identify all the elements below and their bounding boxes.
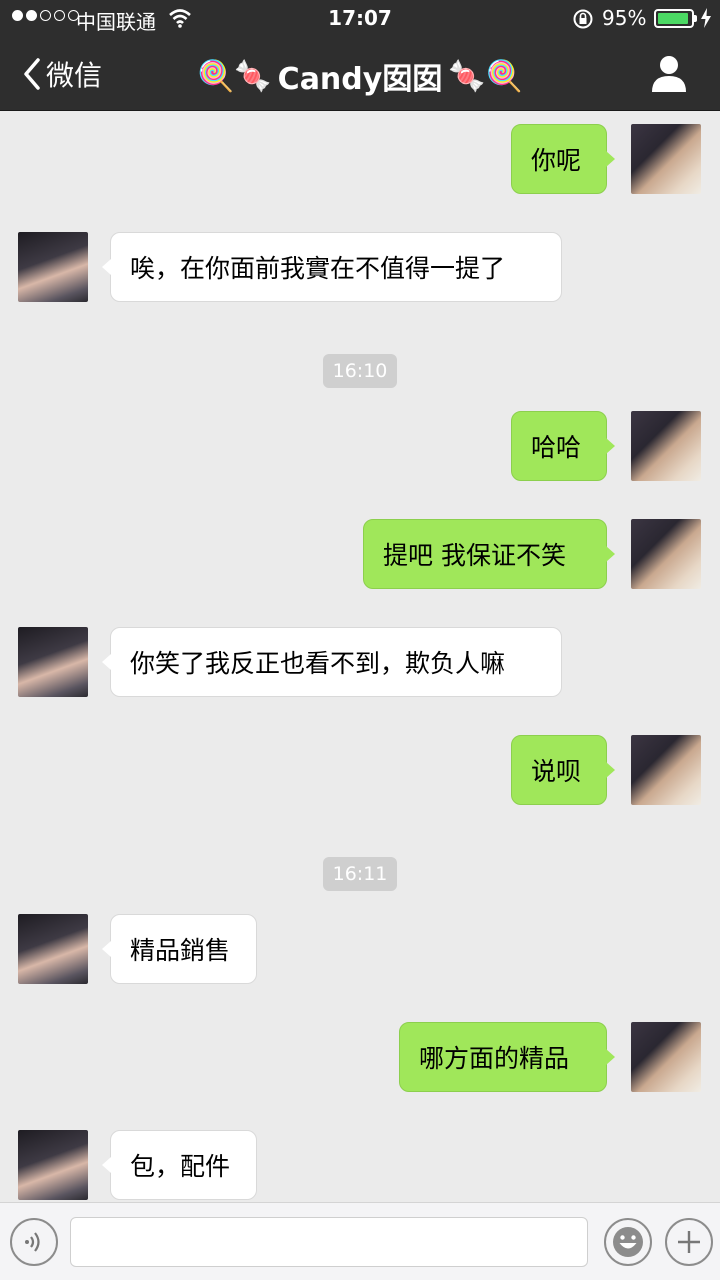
contact-avatar[interactable] <box>18 232 88 302</box>
contact-name: Candy囡囡 <box>277 62 443 97</box>
message-bubble[interactable]: 提吧 我保证不笑 <box>363 519 615 589</box>
message-bubble[interactable]: 说呗 <box>511 735 615 805</box>
chat-messages[interactable]: 你呢唉，在你面前我實在不值得一提了 16:10 哈哈提吧 我保证不笑你笑了我反正也看… <box>0 111 720 1201</box>
message-bubble[interactable]: 哪方面的精品 <box>399 1022 615 1092</box>
input-bar <box>0 1202 720 1280</box>
message-bubble[interactable]: 你呢 <box>511 124 615 194</box>
title-emoji-left: 🍭🍬 <box>196 58 272 94</box>
message-bubble[interactable]: 唉，在你面前我實在不值得一提了 <box>102 232 562 302</box>
battery-icon <box>654 9 694 28</box>
contact-avatar[interactable] <box>18 627 88 697</box>
status-bar: 中国联通 17:07 95% <box>0 0 720 38</box>
title-emoji-right: 🍬🍭 <box>448 58 524 94</box>
top-bar: 中国联通 17:07 95% 微信 🍭🍬 Candy囡囡 🍬🍭 <box>0 0 720 111</box>
voice-button[interactable] <box>10 1218 58 1266</box>
message-input[interactable] <box>70 1217 588 1267</box>
plus-icon <box>678 1231 700 1253</box>
my-avatar[interactable] <box>631 519 701 589</box>
my-avatar[interactable] <box>631 124 701 194</box>
chat-title: 🍭🍬 Candy囡囡 🍬🍭 <box>0 54 720 98</box>
emoji-button[interactable] <box>604 1218 652 1266</box>
message-bubble[interactable]: 哈哈 <box>511 411 615 481</box>
my-avatar[interactable] <box>631 1022 701 1092</box>
my-avatar[interactable] <box>631 735 701 805</box>
message-bubble[interactable]: 你笑了我反正也看不到，欺负人嘛 <box>102 627 562 697</box>
contact-avatar[interactable] <box>18 914 88 984</box>
voice-icon <box>25 1232 40 1252</box>
person-icon[interactable] <box>650 54 688 94</box>
contact-avatar[interactable] <box>18 1130 88 1200</box>
battery-level-fill <box>658 13 689 24</box>
battery-percentage: 95% <box>602 6 647 30</box>
smiley-icon <box>613 1227 643 1257</box>
rotation-lock-icon <box>573 9 593 29</box>
message-bubble[interactable]: 包，配件 <box>102 1130 257 1200</box>
nav-bar: 微信 🍭🍬 Candy囡囡 🍬🍭 <box>0 38 720 110</box>
message-bubble[interactable]: 精品銷售 <box>102 914 257 984</box>
message-timestamp: 16:10 <box>323 354 397 388</box>
my-avatar[interactable] <box>631 411 701 481</box>
message-timestamp: 16:11 <box>323 857 397 891</box>
charging-icon <box>701 8 711 28</box>
battery-tip <box>694 15 697 22</box>
more-button[interactable] <box>665 1218 713 1266</box>
